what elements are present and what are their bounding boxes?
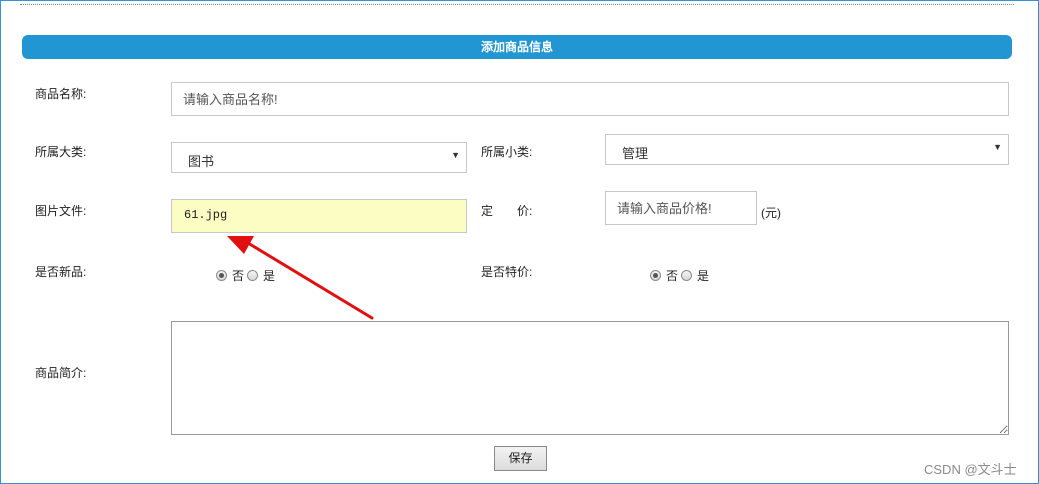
annotation-arrow-line — [246, 241, 374, 320]
annotation-arrow — [227, 236, 374, 320]
